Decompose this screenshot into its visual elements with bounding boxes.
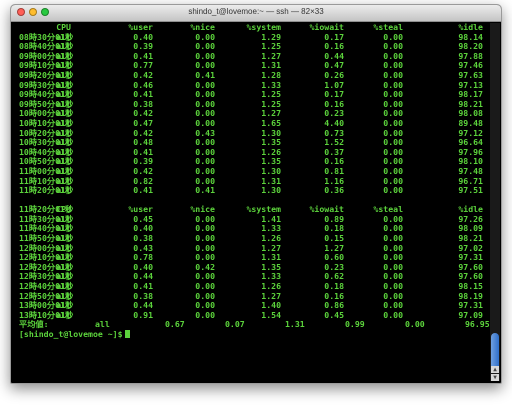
shell-prompt[interactable]: [shindo_t@lovemoe ~]$ xyxy=(13,329,489,340)
header-row: CPU %user %nice %system %iowait %steal %idle xyxy=(13,23,489,33)
table-row: 13時00分01秒 all 0.44 0.00 1.40 0.86 0.00 97.31 xyxy=(13,301,489,311)
table-row: 12時40分01秒 all 0.41 0.00 1.26 0.18 0.00 98.15 xyxy=(13,281,489,292)
table-row: 11時00分01秒 all 0.42 0.00 1.30 0.81 0.00 97.48 xyxy=(13,166,489,177)
scroll-up-arrow-icon[interactable]: ▲ xyxy=(491,366,499,373)
cell: 0.00 xyxy=(383,185,403,196)
table-row: 12時30分01秒 all 0.44 0.00 1.33 0.62 0.00 97.60 xyxy=(13,272,489,282)
cell: 97.51 xyxy=(458,185,483,196)
table-row: 11時30分01秒 all 0.45 0.00 1.41 0.89 0.00 97.26 xyxy=(13,214,489,225)
table-row: 10時40分01秒 all 0.41 0.00 1.26 0.37 0.00 97.96 xyxy=(13,147,489,158)
table-row: 12時00分01秒 all 0.43 0.00 1.27 1.27 0.00 97.02 xyxy=(13,243,489,254)
table-row: 09時50分01秒 all 0.38 0.00 1.25 0.16 0.00 98.21 xyxy=(13,99,489,110)
title-bar: shindo_t@lovemoe:~ — ssh — 82×33 xyxy=(11,5,501,22)
table-row: 08時30分01秒 all 0.40 0.00 1.29 0.17 0.00 98.14 xyxy=(13,32,489,43)
terminal-output[interactable]: CPU %user %nice %system %iowait %steal %idle 08… xyxy=(13,23,489,381)
table-row: 09時20分01秒 all 0.42 0.41 1.28 0.26 0.00 97.63 xyxy=(13,70,489,81)
sar-table-1: CPU %user %nice %system %iowait %steal %idle 08… xyxy=(13,23,489,196)
table-row: 10時30分01秒 all 0.48 0.00 1.35 1.52 0.00 96.64 xyxy=(13,138,489,148)
table-row: 09時10分01秒 all 0.77 0.00 1.31 0.47 0.00 97.46 xyxy=(13,61,489,71)
terminal-window: shindo_t@lovemoe:~ — ssh — 82×33 CPU %use… xyxy=(10,4,502,384)
cell: 1.30 xyxy=(261,185,281,196)
vertical-scrollbar[interactable]: ▲ ▼ xyxy=(490,23,500,381)
table-row: 11時50分01秒 all 0.38 0.00 1.26 0.15 0.00 98.21 xyxy=(13,233,489,244)
window-title: shindo_t@lovemoe:~ — ssh — 82×33 xyxy=(188,7,324,16)
cell: 0.36 xyxy=(324,185,344,196)
text-cursor xyxy=(124,330,130,338)
table-row: 09時30分01秒 all 0.46 0.00 1.33 1.07 0.00 97.13 xyxy=(13,80,489,91)
prompt-text: [shindo_t@lovemoe ~]$ xyxy=(19,329,123,339)
cell: 1.54 xyxy=(261,309,281,320)
scroll-down-arrow-icon[interactable]: ▼ xyxy=(491,374,499,381)
table-row: 09時40分01秒 all 0.41 0.00 1.25 0.17 0.00 98.17 xyxy=(13,90,489,100)
header-row: 11時20分01秒 CPU %user %nice %system %iowait %ste… xyxy=(13,205,489,215)
cell: 0.00 xyxy=(195,309,215,320)
cell: all xyxy=(56,185,71,196)
table-row: 10時20分01秒 all 0.42 0.43 1.30 0.73 0.00 97.12 xyxy=(13,128,489,139)
cell: 0.00 xyxy=(383,309,403,320)
table-row: 11時10分01秒 all 0.82 0.00 1.31 1.16 0.00 96.71 xyxy=(13,176,489,187)
table-row: 12時50分01秒 all 0.38 0.00 1.27 0.16 0.00 98.19 xyxy=(13,291,489,302)
sar-table-2: 11時20分01秒 CPU %user %nice %system %iowait %ste… xyxy=(13,205,489,320)
table-row: 10時50分01秒 all 0.39 0.00 1.35 0.16 0.00 98.10 xyxy=(13,157,489,167)
table-row: 09時00分01秒 all 0.41 0.00 1.27 0.44 0.00 97.88 xyxy=(13,51,489,62)
table-row: 12時20分01秒 all 0.40 0.42 1.35 0.23 0.00 97.60 xyxy=(13,262,489,273)
cell: 0.41 xyxy=(133,185,153,196)
cell: 0.41 xyxy=(195,185,215,196)
table-row: 10時10分01秒 all 0.47 0.00 1.65 4.40 0.00 89.48 xyxy=(13,118,489,129)
table-row: 11時40分01秒 all 0.40 0.00 1.33 0.18 0.00 98.09 xyxy=(13,224,489,234)
table-row: 12時10分01秒 all 0.78 0.00 1.31 0.60 0.00 97.31 xyxy=(13,253,489,263)
cell: 0.45 xyxy=(324,309,344,320)
cell: 0.91 xyxy=(133,309,153,320)
table-row: 10時00分01秒 all 0.42 0.00 1.27 0.23 0.00 98.08 xyxy=(13,109,489,119)
table-row: 08時40分01秒 all 0.39 0.00 1.25 0.16 0.00 98.20 xyxy=(13,42,489,52)
table-row: 11時20分01秒 all 0.41 0.41 1.30 0.36 0.00 97.51 xyxy=(13,185,489,196)
cell: all xyxy=(56,309,71,320)
